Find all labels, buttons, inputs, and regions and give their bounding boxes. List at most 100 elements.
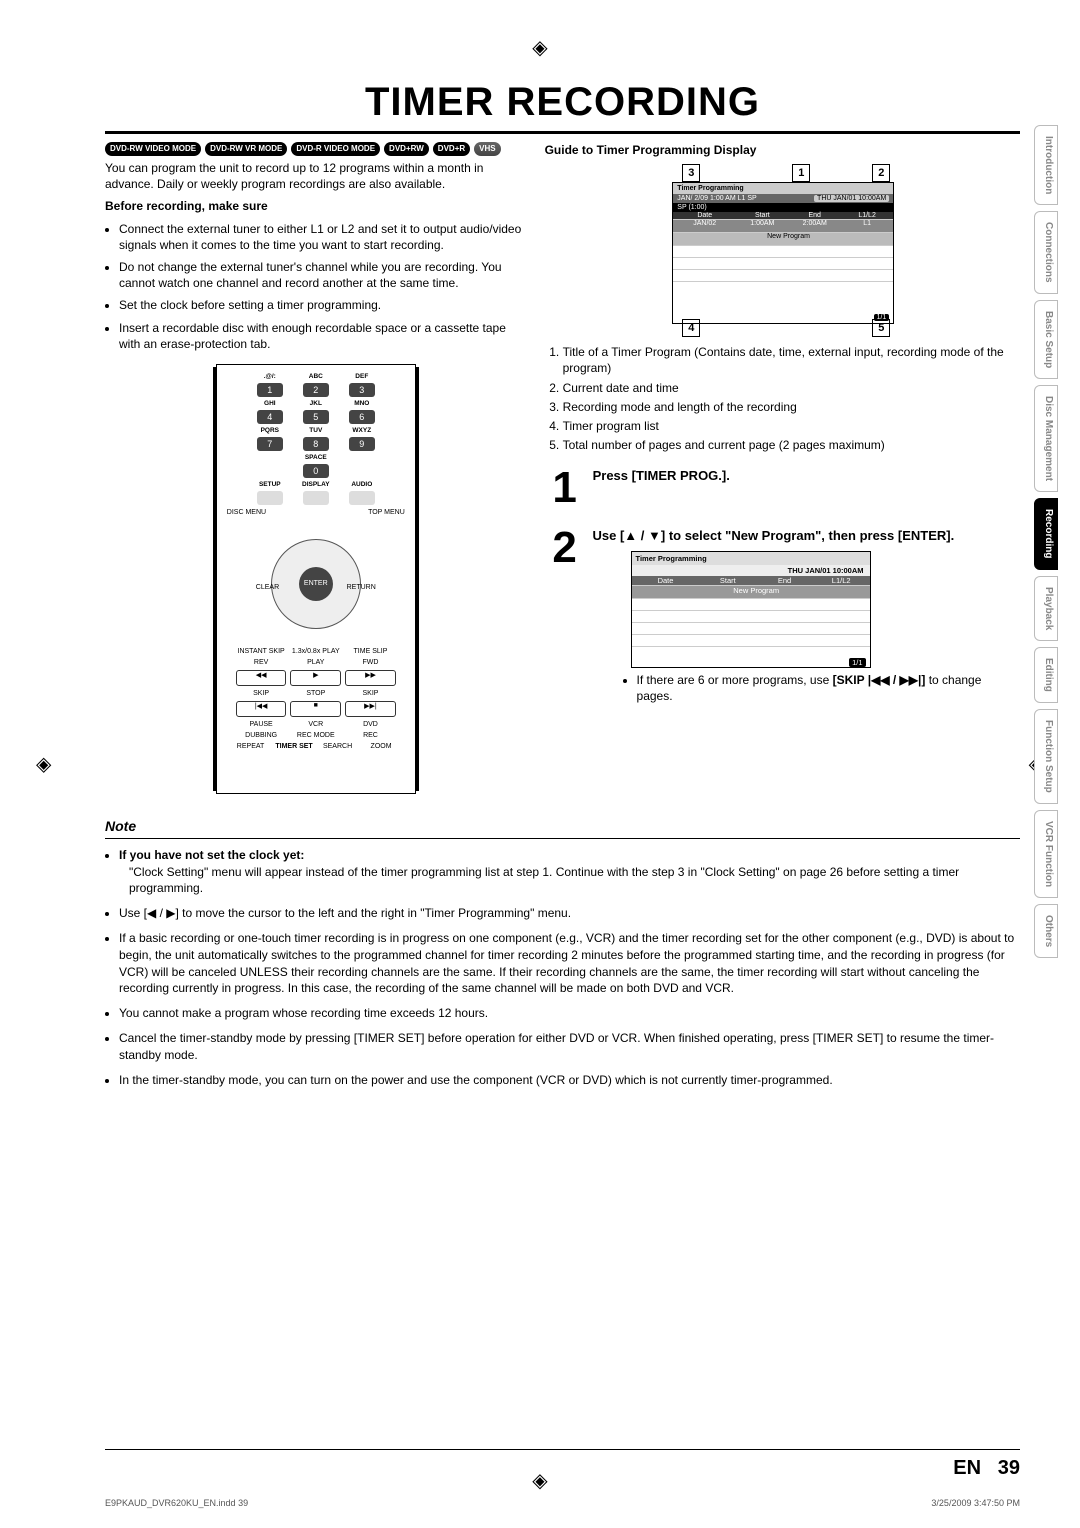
guide-item: Total number of pages and current page (… xyxy=(563,437,1020,453)
note-subhead: If you have not set the clock yet: xyxy=(119,848,304,862)
remote-key: 5 xyxy=(303,410,329,424)
remote-key: ◀◀ xyxy=(236,670,287,686)
guide-list: Title of a Timer Program (Contains date,… xyxy=(545,344,1020,453)
remote-label: TUV xyxy=(297,427,335,434)
remote-label: PQRS xyxy=(251,427,289,434)
cell: 1:00AM xyxy=(736,220,788,232)
panel-datetime: THU JAN/01 10:00AM xyxy=(814,195,889,202)
page-lang: EN xyxy=(953,1457,981,1479)
callout-2: 2 xyxy=(872,164,890,182)
badge-dvd-rw-vr: DVD-RW VR MODE xyxy=(205,142,287,156)
col-start: Start xyxy=(736,212,788,219)
guide-item: Recording mode and length of the recordi… xyxy=(563,399,1020,415)
remote-label: ABC xyxy=(297,373,335,380)
step-1: 1 Press [TIMER PROG.]. xyxy=(545,463,1020,513)
remote-label: SKIP xyxy=(345,690,396,697)
timer-programming-panel: Timer Programming JAN/ 2/09 1:00 AM L1 S… xyxy=(672,182,894,324)
badge-dvd-plus-rw: DVD+RW xyxy=(384,142,429,156)
remote-label: CLEAR xyxy=(256,584,279,591)
remote-illustration: .@/: ABC DEF 1 2 3 GHI JKL MNO 4 5 6 PQR… xyxy=(216,364,416,794)
step-2-text: Use [▲ / ▼] to select "New Program", the… xyxy=(593,527,1020,545)
registration-mark-top: ◈ xyxy=(532,35,547,60)
remote-label: MNO xyxy=(343,400,381,407)
remote-label: SETUP xyxy=(251,481,289,488)
page-footer: EN 39 xyxy=(105,1449,1020,1480)
remote-key: 2 xyxy=(303,383,329,397)
step-2-note: If there are 6 or more programs, use [SK… xyxy=(637,672,1020,704)
remote-label: REC xyxy=(345,732,396,739)
section-tabs: Introduction Connections Basic Setup Dis… xyxy=(1034,125,1058,958)
remote-key xyxy=(257,491,283,505)
tab-playback: Playback xyxy=(1034,576,1058,641)
guide-item: Current date and time xyxy=(563,380,1020,396)
table-row-newprogram: New Program xyxy=(632,585,870,598)
panel-title: Timer Programming xyxy=(673,183,893,194)
remote-label: WXYZ xyxy=(343,427,381,434)
remote-label: REPEAT xyxy=(231,743,271,750)
col-date: Date xyxy=(673,212,736,219)
note-heading: Note xyxy=(105,818,1020,834)
col-start: Start xyxy=(700,576,757,585)
remote-label: REC MODE xyxy=(290,732,341,739)
cell: JAN/02 xyxy=(673,220,736,232)
tab-others: Others xyxy=(1034,904,1058,958)
before-item: Do not change the external tuner's chann… xyxy=(119,259,527,291)
table-row: JAN/02 1:00AM 2:00AM L1 xyxy=(673,219,893,232)
note-item: If you have not set the clock yet: "Cloc… xyxy=(119,847,1020,897)
note-subtext: "Clock Setting" menu will appear instead… xyxy=(129,864,1020,898)
callout-3: 3 xyxy=(682,164,700,182)
table-row-newprogram: New Program xyxy=(673,232,893,245)
panel-title: Timer Programming xyxy=(632,552,870,565)
tab-disc-management: Disc Management xyxy=(1034,385,1058,492)
note-item: If a basic recording or one-touch timer … xyxy=(119,930,1020,997)
remote-key xyxy=(349,491,375,505)
guide-item: Timer program list xyxy=(563,418,1020,434)
timer-display-diagram: 3 1 2 4 5 Timer Programming JAN/ 2/09 1:… xyxy=(642,164,922,334)
badge-vhs: VHS xyxy=(474,142,500,156)
remote-key: 1 xyxy=(257,383,283,397)
remote-label: ZOOM xyxy=(361,743,401,750)
remote-key xyxy=(303,491,329,505)
remote-key: 4 xyxy=(257,410,283,424)
col-l1l2: L1/L2 xyxy=(841,212,893,219)
remote-label: 1.3x/0.8x PLAY xyxy=(290,648,341,655)
cell: 2:00AM xyxy=(789,220,841,232)
remote-label: DUBBING xyxy=(236,732,287,739)
before-item: Insert a recordable disc with enough rec… xyxy=(119,320,527,352)
note-block: Note If you have not set the clock yet: … xyxy=(105,818,1020,1089)
remote-key: ▶▶ xyxy=(345,670,396,686)
text: If there are 6 or more programs, use xyxy=(637,673,833,687)
remote-label: VCR xyxy=(290,721,341,728)
remote-label: SEARCH xyxy=(318,743,358,750)
tab-editing: Editing xyxy=(1034,647,1058,703)
remote-label: TIME SLIP xyxy=(345,648,396,655)
format-badges: DVD-RW VIDEO MODE DVD-RW VR MODE DVD-R V… xyxy=(105,142,527,156)
note-item: Use [◀ / ▶] to move the cursor to the le… xyxy=(119,905,1020,922)
print-filename: E9PKAUD_DVR620KU_EN.indd 39 xyxy=(105,1498,248,1508)
remote-label: JKL xyxy=(297,400,335,407)
tab-basic-setup: Basic Setup xyxy=(1034,300,1058,379)
tab-vcr-function: VCR Function xyxy=(1034,810,1058,898)
remote-label: INSTANT SKIP xyxy=(236,648,287,655)
remote-label: .@/: xyxy=(251,373,289,380)
note-item: Cancel the timer-standby mode by pressin… xyxy=(119,1030,1020,1064)
before-item: Set the clock before setting a timer pro… xyxy=(119,297,527,313)
panel-recmode: SP (1:00) xyxy=(677,204,706,211)
remote-label: DVD xyxy=(345,721,396,728)
badge-dvd-plus-r: DVD+R xyxy=(433,142,470,156)
title-rule xyxy=(105,131,1020,134)
before-item: Connect the external tuner to either L1 … xyxy=(119,221,527,253)
remote-key: 0 xyxy=(303,464,329,478)
new-program-label: New Program xyxy=(736,233,841,245)
remote-label: DISC MENU xyxy=(227,509,266,516)
page-title: TIMER RECORDING xyxy=(105,80,1020,125)
remote-label: STOP xyxy=(290,690,341,697)
tab-introduction: Introduction xyxy=(1034,125,1058,205)
guide-heading: Guide to Timer Programming Display xyxy=(545,142,1020,158)
remote-key: 7 xyxy=(257,437,283,451)
note-item: You cannot make a program whose recordin… xyxy=(119,1005,1020,1022)
tab-connections: Connections xyxy=(1034,211,1058,294)
col-end: End xyxy=(756,576,813,585)
remote-label: RETURN xyxy=(347,584,376,591)
step-number-1: 1 xyxy=(545,463,585,513)
